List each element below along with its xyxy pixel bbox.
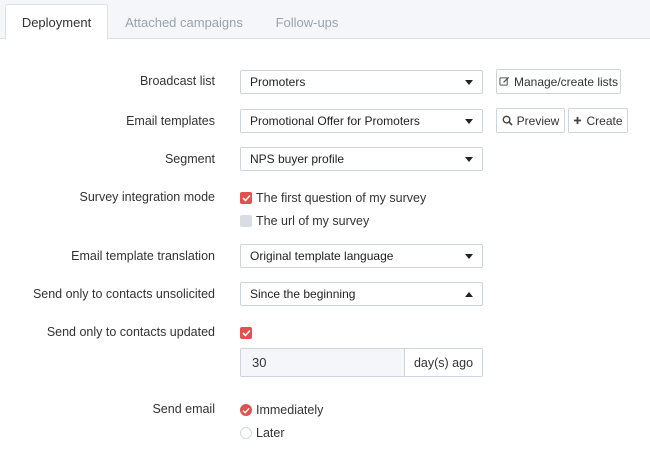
survey-option-url[interactable]: The url of my survey bbox=[240, 214, 369, 228]
send-email-label: Send email bbox=[152, 402, 215, 416]
broadcast-list-label: Broadcast list bbox=[139, 74, 215, 88]
send-option-later-label: Later bbox=[256, 426, 285, 440]
tab-deployment-label: Deployment bbox=[21, 14, 92, 30]
create-template-button[interactable]: Create bbox=[568, 108, 628, 133]
updated-days-input[interactable]: 30 bbox=[241, 349, 404, 376]
plus-icon bbox=[574, 116, 582, 125]
checkbox-checked-icon[interactable] bbox=[240, 192, 252, 204]
radio-selected-icon[interactable] bbox=[240, 404, 252, 416]
send-option-immediately-label: Immediately bbox=[256, 403, 324, 417]
manage-lists-button[interactable]: Manage/create lists bbox=[496, 69, 621, 94]
create-template-label: Create bbox=[586, 113, 623, 128]
updated-checkbox[interactable] bbox=[240, 327, 252, 339]
broadcast-list-select[interactable]: Promoters bbox=[240, 70, 483, 94]
unsolicited-value: Since the beginning bbox=[250, 287, 356, 301]
translation-value: Original template language bbox=[250, 249, 394, 263]
updated-days-suffix: day(s) ago bbox=[404, 349, 482, 376]
checkbox-unchecked-icon[interactable] bbox=[240, 215, 252, 227]
edit-icon bbox=[499, 76, 510, 86]
send-option-later[interactable]: Later bbox=[240, 426, 285, 440]
survey-option-first-question[interactable]: The first question of my survey bbox=[240, 191, 426, 205]
tab-follow-ups[interactable]: Follow-ups bbox=[262, 4, 352, 40]
survey-option-url-label: The url of my survey bbox=[256, 214, 370, 228]
chevron-up-icon bbox=[465, 292, 473, 297]
survey-option-first-question-label: The first question of my survey bbox=[256, 191, 427, 205]
send-option-immediately[interactable]: Immediately bbox=[240, 403, 323, 417]
segment-select[interactable]: NPS buyer profile bbox=[240, 147, 483, 171]
email-templates-select[interactable]: Promotional Offer for Promoters bbox=[240, 109, 483, 133]
radio-unselected-icon[interactable] bbox=[240, 427, 252, 439]
tab-deployment[interactable]: Deployment bbox=[5, 4, 108, 40]
tab-attached-campaigns-label: Attached campaigns bbox=[125, 14, 243, 30]
preview-button[interactable]: Preview bbox=[496, 108, 565, 133]
updated-days-group: 30 day(s) ago bbox=[240, 348, 483, 377]
tab-follow-ups-label: Follow-ups bbox=[275, 14, 339, 30]
preview-label: Preview bbox=[516, 113, 560, 128]
updated-days-value: 30 bbox=[252, 355, 267, 370]
translation-select[interactable]: Original template language bbox=[240, 244, 483, 268]
broadcast-list-value: Promoters bbox=[250, 75, 306, 89]
chevron-down-icon bbox=[465, 80, 473, 85]
tab-attached-campaigns[interactable]: Attached campaigns bbox=[116, 4, 252, 40]
tab-bar: Deployment Attached campaigns Follow-ups bbox=[0, 0, 650, 40]
chevron-down-icon bbox=[465, 254, 473, 259]
email-templates-label: Email templates bbox=[126, 114, 215, 128]
updated-label: Send only to contacts updated bbox=[46, 325, 215, 339]
chevron-down-icon bbox=[465, 157, 473, 162]
search-icon bbox=[502, 115, 513, 126]
checkbox-checked-icon[interactable] bbox=[240, 327, 252, 339]
segment-label: Segment bbox=[164, 152, 215, 166]
email-templates-value: Promotional Offer for Promoters bbox=[250, 114, 420, 128]
translation-label: Email template translation bbox=[71, 249, 215, 263]
chevron-down-icon bbox=[465, 119, 473, 124]
survey-integration-label: Survey integration mode bbox=[79, 190, 216, 204]
unsolicited-label: Send only to contacts unsolicited bbox=[32, 287, 215, 301]
unsolicited-select[interactable]: Since the beginning bbox=[240, 282, 483, 306]
segment-value: NPS buyer profile bbox=[250, 152, 345, 166]
manage-lists-label: Manage/create lists bbox=[513, 74, 619, 89]
